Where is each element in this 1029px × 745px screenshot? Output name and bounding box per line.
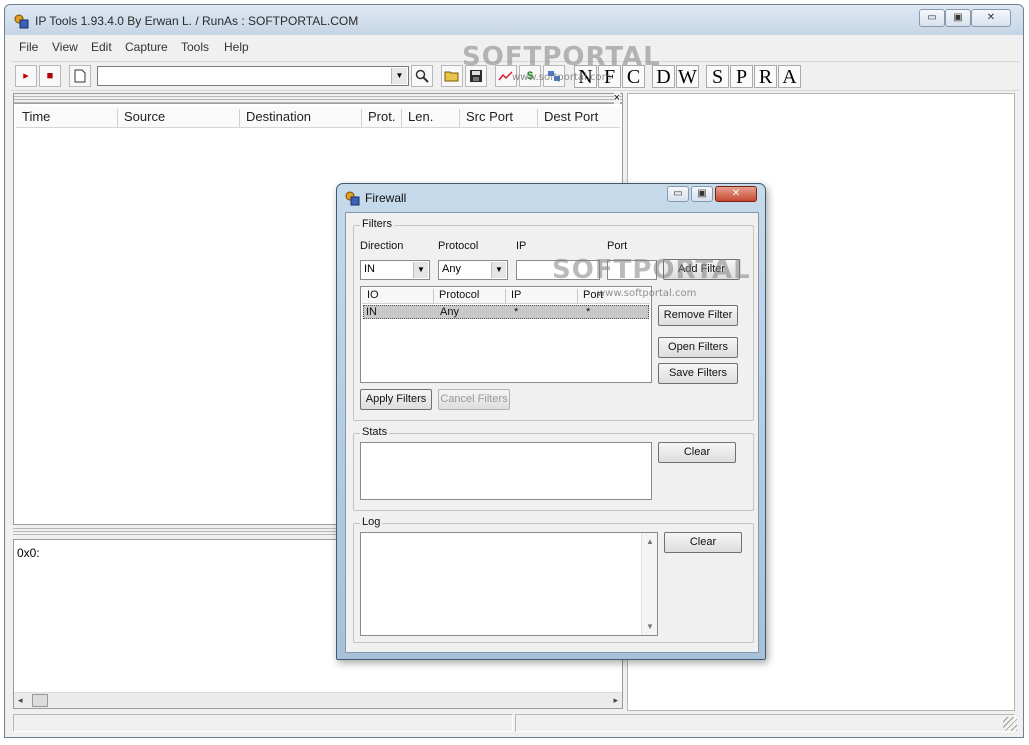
dialog-close-button[interactable]: ✕ — [715, 186, 757, 202]
app-icon — [14, 14, 29, 29]
chevron-down-icon[interactable]: ▼ — [491, 262, 506, 278]
filters-list[interactable]: IO Protocol IP Port IN Any * * — [360, 286, 652, 383]
apply-filters-button[interactable]: Apply Filters — [360, 389, 432, 410]
ip-label: IP — [516, 240, 527, 252]
tool-s-button[interactable]: S — [706, 65, 729, 88]
tool-p-button[interactable]: P — [730, 65, 753, 88]
column-io[interactable]: IO — [362, 289, 434, 303]
chevron-down-icon[interactable]: ▼ — [413, 262, 428, 278]
column-length[interactable]: Len. — [402, 109, 460, 127]
row-protocol: Any — [440, 306, 459, 318]
port-label: Port — [607, 240, 628, 252]
menu-view[interactable]: View — [52, 40, 78, 54]
title-bar: IP Tools 1.93.4.0 By Erwan L. / RunAs : … — [5, 5, 1023, 35]
scroll-thumb[interactable] — [32, 694, 48, 707]
stats-group: Stats Clear — [353, 426, 754, 511]
row-ip: * — [514, 306, 519, 318]
hex-offset: 0x0: — [17, 546, 40, 560]
log-clear-button[interactable]: Clear — [664, 532, 742, 553]
maximize-button[interactable]: ▣ — [945, 9, 971, 27]
window-title: IP Tools 1.93.4.0 By Erwan L. / RunAs : … — [35, 14, 359, 28]
stats-group-label: Stats — [360, 426, 390, 438]
firewall-icon — [345, 191, 360, 206]
watermark-logo: SOFTPORTAL — [462, 42, 661, 72]
play-icon[interactable]: ▸ — [15, 65, 37, 87]
menu-edit[interactable]: Edit — [91, 40, 112, 54]
tool-w-button[interactable]: W — [676, 65, 699, 88]
list-item[interactable]: IN Any * * — [363, 305, 649, 319]
stats-clear-button[interactable]: Clear — [658, 442, 736, 463]
column-time[interactable]: Time — [16, 109, 118, 127]
column-protocol[interactable]: Prot. — [362, 109, 402, 127]
pane-grip[interactable]: × — [14, 92, 622, 104]
stop-icon[interactable]: ■ — [39, 65, 61, 87]
stats-output — [360, 442, 652, 500]
column-src-port[interactable]: Src Port — [460, 109, 538, 127]
column-destination[interactable]: Destination — [240, 109, 362, 127]
direction-label: Direction — [360, 240, 404, 252]
open-folder-icon[interactable] — [441, 65, 463, 87]
tool-a-button[interactable]: A — [778, 65, 801, 88]
log-group-label: Log — [360, 516, 383, 528]
menu-help[interactable]: Help — [224, 40, 249, 54]
filters-group-label: Filters — [360, 218, 394, 230]
column-ip[interactable]: IP — [506, 289, 578, 303]
menu-capture[interactable]: Capture — [125, 40, 168, 54]
cancel-filters-button[interactable]: Cancel Filters — [438, 389, 510, 410]
watermark-url-dialog: www.softportal.com — [597, 288, 697, 299]
search-icon[interactable] — [411, 65, 433, 87]
watermark-url: www.softportal.com — [512, 72, 612, 83]
protocol-select[interactable]: Any ▼ — [438, 260, 508, 280]
protocol-value: Any — [442, 263, 461, 275]
row-port: * — [586, 306, 591, 318]
chevron-down-icon[interactable]: ▼ — [391, 68, 407, 84]
packet-list-header: Time Source Destination Prot. Len. Src P… — [16, 106, 620, 128]
column-source[interactable]: Source — [118, 109, 240, 127]
scroll-down-icon[interactable]: ▼ — [646, 622, 654, 631]
dialog-minimize-button[interactable]: ▭ — [667, 186, 689, 202]
remove-filter-button[interactable]: Remove Filter — [658, 305, 738, 326]
new-document-icon[interactable] — [69, 65, 91, 87]
menu-tools[interactable]: Tools — [181, 40, 209, 54]
direction-value: IN — [364, 263, 375, 275]
close-icon[interactable]: × — [613, 92, 620, 104]
horizontal-scrollbar[interactable]: ◂ ▸ — [14, 692, 622, 708]
menu-file[interactable]: File — [19, 40, 38, 54]
scroll-left-icon[interactable]: ◂ — [18, 695, 23, 706]
column-dest-port[interactable]: Dest Port — [538, 109, 620, 127]
protocol-label: Protocol — [438, 240, 479, 252]
status-bar — [13, 713, 1019, 733]
resize-grip[interactable] — [1003, 717, 1017, 731]
scroll-right-icon[interactable]: ▸ — [613, 695, 618, 706]
open-filters-button[interactable]: Open Filters — [658, 337, 738, 358]
watermark-logo-dialog: SOFTPORTAL — [552, 255, 751, 285]
dialog-title: Firewall — [365, 191, 407, 205]
minimize-button[interactable]: ▭ — [919, 9, 945, 27]
row-io: IN — [366, 306, 377, 318]
dialog-maximize-button[interactable]: ▣ — [691, 186, 713, 202]
status-cell-right — [515, 714, 1015, 732]
column-protocol[interactable]: Protocol — [434, 289, 506, 303]
vertical-scrollbar[interactable]: ▲ ▼ — [641, 533, 657, 635]
save-filters-button[interactable]: Save Filters — [658, 363, 738, 384]
log-output[interactable]: ▲ ▼ — [360, 532, 658, 636]
scroll-up-icon[interactable]: ▲ — [646, 537, 654, 546]
url-combo[interactable]: ▼ — [97, 66, 409, 86]
close-button[interactable]: ✕ — [971, 9, 1011, 27]
log-group: Log ▲ ▼ Clear — [353, 516, 754, 643]
direction-select[interactable]: IN ▼ — [360, 260, 430, 280]
tool-r-button[interactable]: R — [754, 65, 777, 88]
status-cell-left — [13, 714, 513, 732]
